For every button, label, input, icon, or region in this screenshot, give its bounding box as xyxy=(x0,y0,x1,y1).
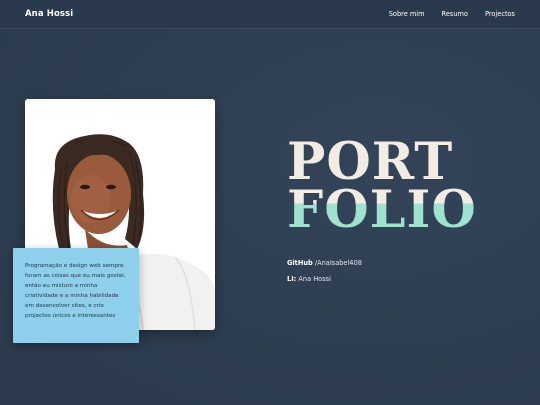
title-line-folio: FOLIO xyxy=(287,180,477,240)
contact-links: GitHub /AnaIsabel408 LI: Ana Hossi xyxy=(287,259,362,291)
portfolio-title: PORT FOLIO xyxy=(287,132,477,240)
linkedin-label: LI: xyxy=(287,275,297,283)
brand-name[interactable]: Ana Hossi xyxy=(25,9,73,19)
top-navbar: Ana Hossi Sobre mim Resumo Projectos xyxy=(0,0,540,29)
nav-link-sobre-mim[interactable]: Sobre mim xyxy=(389,10,425,18)
bio-box: Programação e design web sempre foram as… xyxy=(13,248,139,343)
linkedin-link[interactable]: LI: Ana Hossi xyxy=(287,275,362,283)
title-line-port: PORT xyxy=(287,132,454,192)
nav-link-resumo[interactable]: Resumo xyxy=(442,10,468,18)
nav-link-projectos[interactable]: Projectos xyxy=(485,10,515,18)
github-value: /AnaIsabel408 xyxy=(312,259,362,267)
linkedin-value: Ana Hossi xyxy=(296,275,331,283)
nav-links: Sobre mim Resumo Projectos xyxy=(389,10,515,18)
github-link[interactable]: GitHub /AnaIsabel408 xyxy=(287,259,362,267)
bio-text: Programação e design web sempre foram as… xyxy=(25,263,126,319)
github-label: GitHub xyxy=(287,259,313,267)
